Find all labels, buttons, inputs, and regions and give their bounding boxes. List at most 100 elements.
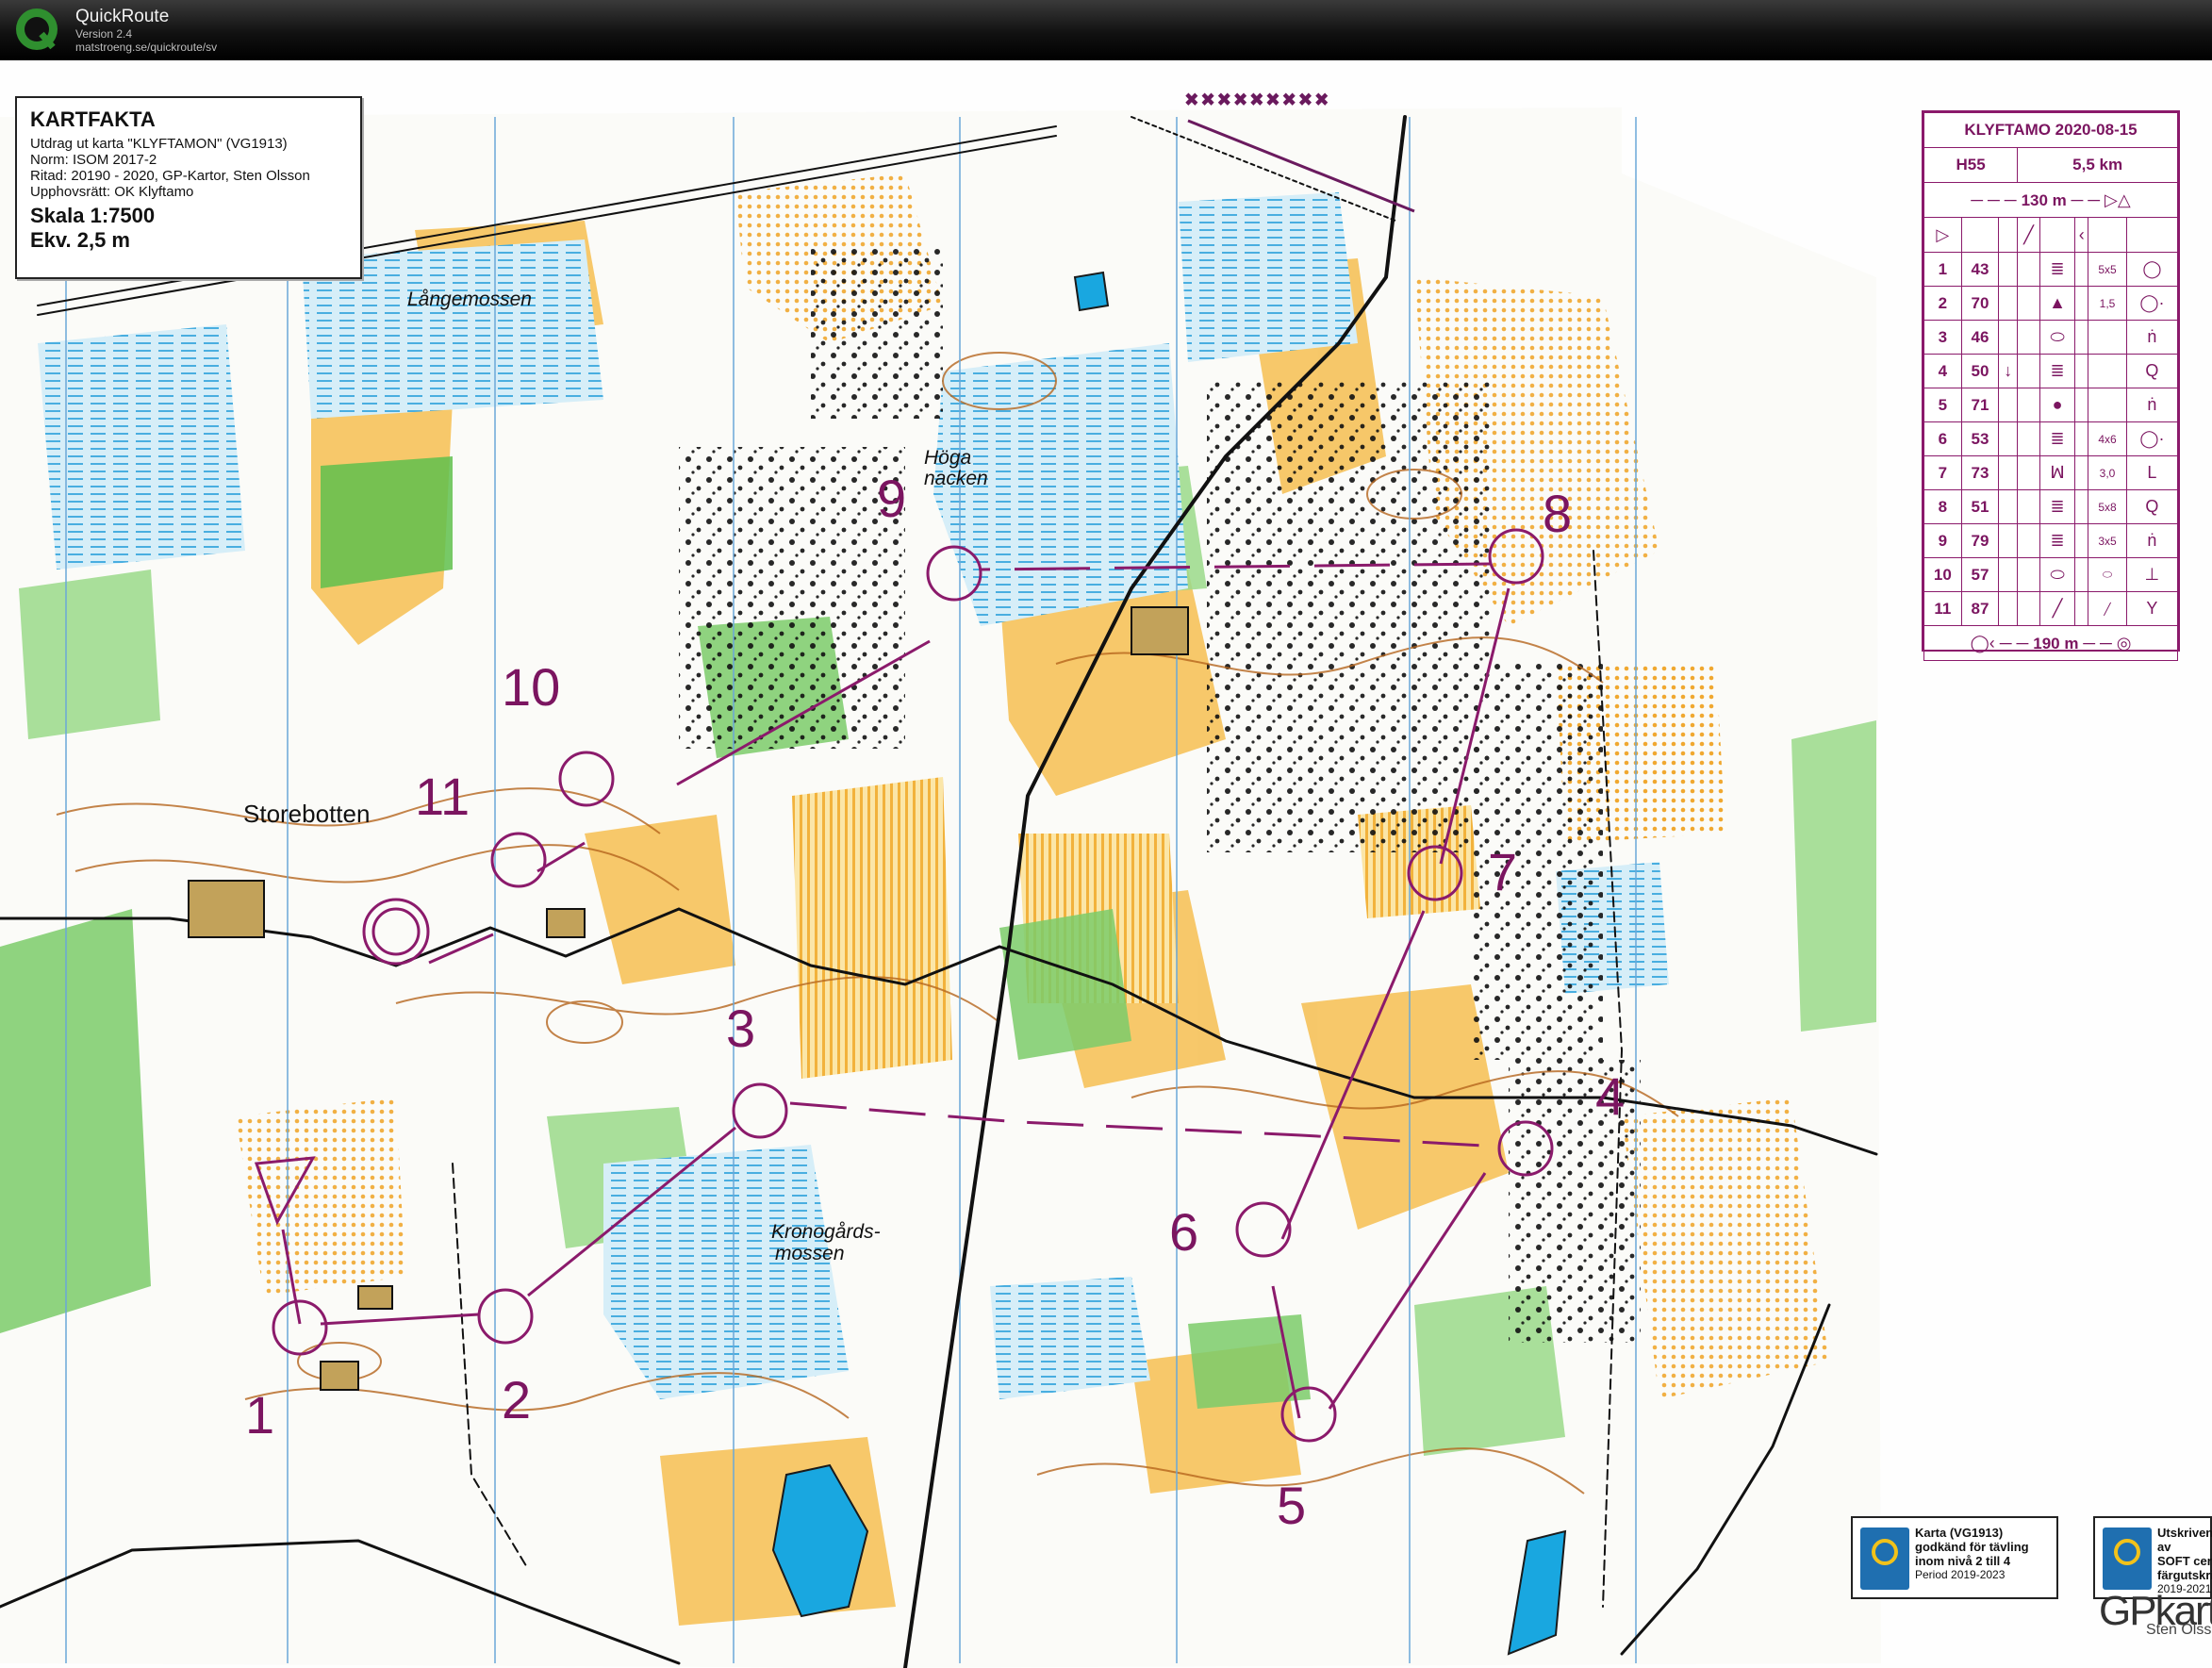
cd-cell-empty — [2017, 286, 2040, 321]
cd-cell-dim: 4x6 — [2088, 421, 2127, 456]
angle-icon: ‹ — [2074, 217, 2089, 253]
cd-cell-empty — [2074, 354, 2089, 388]
control-number-1: 1 — [245, 1385, 274, 1445]
cd-cell-feature: ● — [2039, 388, 2076, 422]
cd-start-leg: ─ ─ ─ 130 m ─ ─ ▷△ — [1923, 182, 2178, 218]
place-name-nacken: nacken — [924, 468, 988, 489]
cd-cell-empty — [2017, 320, 2040, 355]
map-facts-line: Upphovsrätt: OK Klyftamo — [30, 184, 194, 200]
cd-cell-code: 53 — [1960, 421, 2000, 456]
arrow-to-triangle-icon: ─ ─ ▷△ — [2071, 190, 2131, 209]
map-facts-line: Ritad: 20190 - 2020, GP-Kartor, Sten Ols… — [30, 168, 310, 184]
app-name: QuickRoute — [75, 7, 170, 26]
app-version: Version 2.4 — [75, 27, 133, 41]
map-approval-badge: Karta (VG1913) godkänd för tävling inom … — [1851, 1516, 2058, 1599]
cd-class: H55 — [1923, 147, 2019, 183]
cd-cell-num: 8 — [1923, 489, 1962, 524]
circle-arrow-icon: ◯‹ ─ ─ — [1970, 633, 2034, 652]
cd-cell-pos: Q — [2125, 354, 2179, 388]
cd-event-title: KLYFTAMO 2020-08-15 — [1923, 112, 2178, 148]
cd-cell-c — [1998, 286, 2019, 321]
map-equidistance: Ekv. 2,5 m — [30, 228, 130, 252]
map-facts-box: KARTFAKTA Utdrag ut karta "KLYFTAMON" (V… — [15, 96, 362, 279]
cd-cell-empty — [2074, 557, 2089, 592]
cd-cell-empty — [2074, 320, 2089, 355]
cd-cell-dim — [2088, 388, 2127, 422]
cd-cell-num: 4 — [1923, 354, 1962, 388]
cd-cell-code: 46 — [1960, 320, 2000, 355]
cd-cell-code: 51 — [1960, 489, 2000, 524]
cd-cell-num: 9 — [1923, 523, 1962, 558]
cd-cell-feature: ⬭ — [2039, 320, 2076, 355]
map-facts-line: Utdrag ut karta "KLYFTAMON" (VG1913) — [30, 136, 288, 152]
cd-cell-empty — [2017, 523, 2040, 558]
cd-cell-feature: ≣ — [2039, 354, 2076, 388]
place-name-mossen: mossen — [775, 1243, 845, 1264]
control-description-sheet: KLYFTAMO 2020-08-15 H55 5,5 km ─ ─ ─ 130… — [1922, 110, 2180, 661]
cd-row: 10 57 ⬭ ⬭ ⊥ — [1923, 557, 2179, 592]
cd-length: 5,5 km — [2017, 147, 2178, 183]
cd-row: 5 71 ● ṅ — [1923, 388, 2179, 422]
cd-cell-dim: 1,5 — [2088, 286, 2127, 321]
cd-cell-feature: ꟽ — [2039, 455, 2076, 490]
cd-cell-empty — [2017, 252, 2040, 287]
cd-cell-num: 11 — [1923, 591, 1962, 626]
cd-row: 6 53 ≣ 4x6 ◯· — [1923, 421, 2179, 456]
start-triangle-icon: ▷ — [1923, 217, 1962, 253]
cd-cell-empty — [2074, 455, 2089, 490]
cd-cell-num: 2 — [1923, 286, 1962, 321]
cd-cell-code: 79 — [1960, 523, 2000, 558]
cd-cell-code: 87 — [1960, 591, 2000, 626]
cd-row: 7 73 ꟽ 3,0 L — [1923, 455, 2179, 490]
cd-cell-feature: ⬭ — [2039, 557, 2076, 592]
cd-cell-c — [1998, 388, 2019, 422]
cd-cell-empty — [2074, 591, 2089, 626]
control-number-2: 2 — [502, 1370, 531, 1429]
cd-cell-dim: 5x5 — [2088, 252, 2127, 287]
cd-row: 11 87 ╱ ╱ Y — [1923, 591, 2179, 626]
cd-cell-code: 70 — [1960, 286, 2000, 321]
gp-kartor-sub: Sten Olss — [2146, 1622, 2212, 1638]
cd-cell-pos: Y — [2125, 591, 2179, 626]
orienteering-map[interactable]: × × × × × × × × × Långemossen Höga nacke… — [0, 60, 2212, 1668]
cd-row: 8 51 ≣ 5x8 Q — [1923, 489, 2179, 524]
cd-cell-pos: ṅ — [2125, 523, 2179, 558]
cd-cell-feature: ▲ — [2039, 286, 2076, 321]
cd-cell-empty — [2074, 286, 2089, 321]
cd-cell-pos: Q — [2125, 489, 2179, 524]
dash-line-icon: ─ ─ ─ — [1971, 190, 2022, 209]
cd-cell-code: 73 — [1960, 455, 2000, 490]
cd-cell-feature: ≣ — [2039, 523, 2076, 558]
place-name-langemossen: Långemossen — [407, 289, 532, 310]
cd-cell-num: 6 — [1923, 421, 1962, 456]
control-number-11: 11 — [415, 767, 470, 826]
cd-cell-dim: ⬭ — [2088, 557, 2127, 592]
cd-cell-code: 43 — [1960, 252, 2000, 287]
control-number-3: 3 — [726, 999, 755, 1058]
place-name-storebotten: Storebotten — [243, 800, 370, 828]
cd-cell-code: 71 — [1960, 388, 2000, 422]
control-number-7: 7 — [1488, 842, 1517, 901]
cd-cell-empty — [2017, 557, 2040, 592]
svg-text:× × × × × × × × ×: × × × × × × × × × — [1186, 90, 1328, 110]
cd-cell-feature: ≣ — [2039, 252, 2076, 287]
cd-cell-empty — [2017, 455, 2040, 490]
cd-cell-empty — [2017, 421, 2040, 456]
control-number-8: 8 — [1543, 484, 1572, 543]
cd-cell-feature: ╱ — [2039, 591, 2076, 626]
cd-cell-empty — [2074, 388, 2089, 422]
cd-row: 1 43 ≣ 5x5 ◯ — [1923, 252, 2179, 287]
map-facts-line: Norm: ISOM 2017-2 — [30, 152, 157, 168]
place-name-kronogards: Kronogårds- — [771, 1221, 881, 1243]
app-titlebar: QuickRoute Version 2.4 matstroeng.se/qui… — [0, 0, 2212, 60]
cd-cell-num: 5 — [1923, 388, 1962, 422]
cd-cell-feature: ≣ — [2039, 489, 2076, 524]
cd-cell-empty — [2017, 591, 2040, 626]
cd-cell-pos: ◯· — [2125, 421, 2179, 456]
cd-cell-c — [1998, 523, 2019, 558]
svensk-orientering-logo-icon — [1860, 1528, 1909, 1590]
control-number-4: 4 — [1595, 1066, 1625, 1126]
cd-cell-empty — [2017, 489, 2040, 524]
map-facts-title: KARTFAKTA — [30, 107, 156, 131]
cd-cell-dim: 3,0 — [2088, 455, 2127, 490]
